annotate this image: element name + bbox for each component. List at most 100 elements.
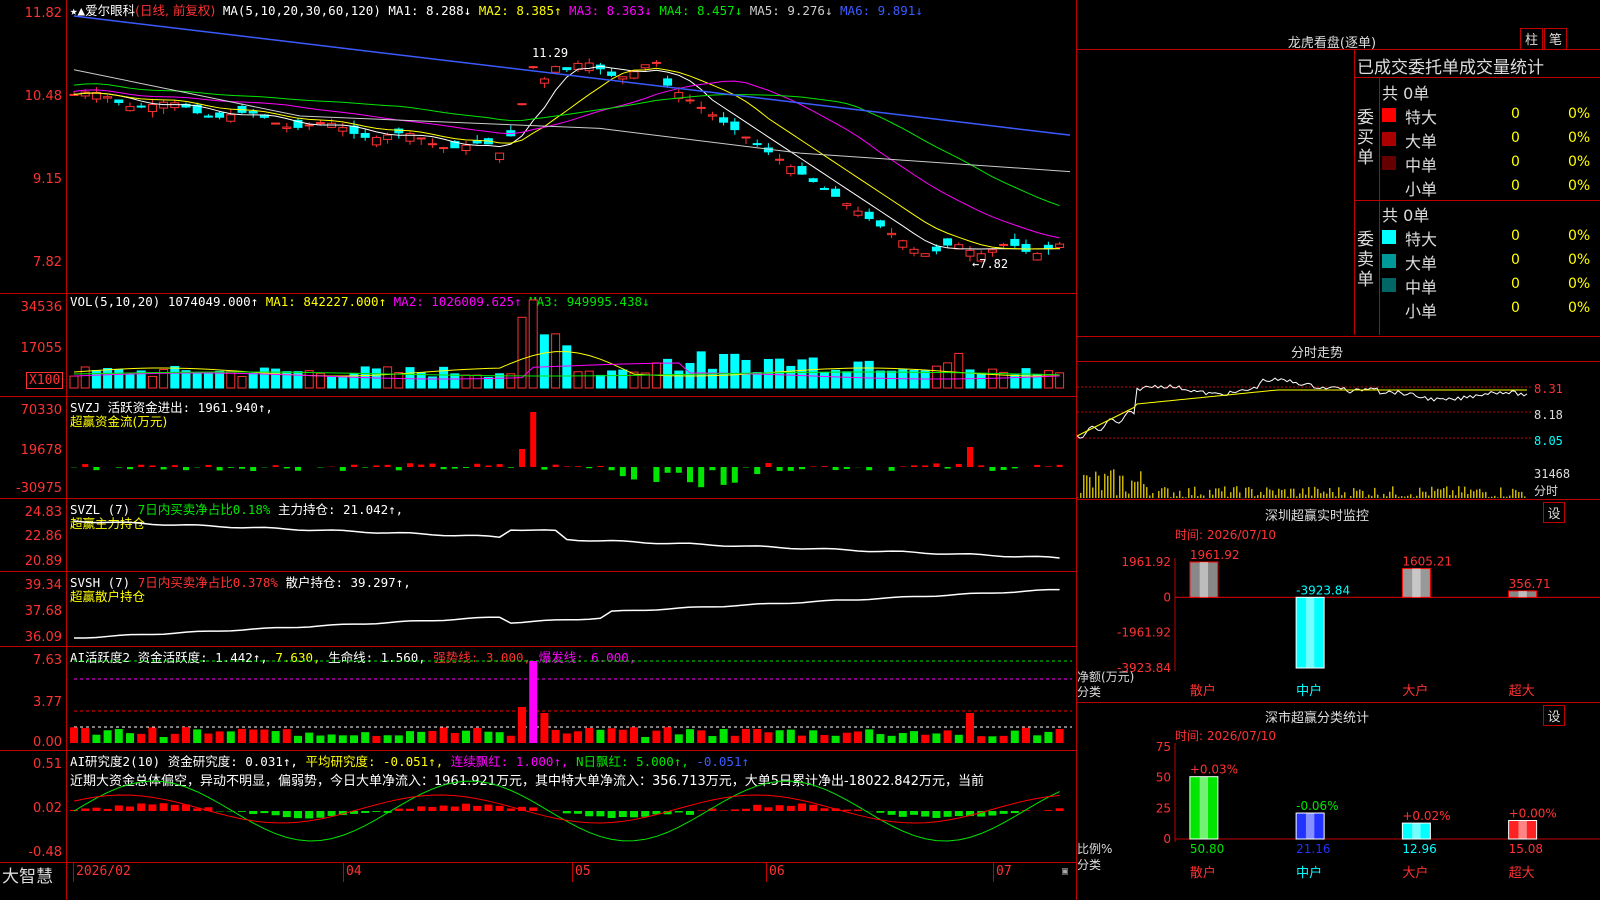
ai-activity-bar: [562, 733, 571, 743]
candle-body: [147, 104, 157, 113]
ai-activity-panel[interactable]: 7.63 3.77 0.00 AI活跃度2 资金活跃度: 1.442↑, 7.6…: [0, 647, 1076, 750]
volume-bar: [114, 369, 124, 389]
volume-bar: [1021, 368, 1031, 389]
ai-research-bar: [630, 811, 638, 818]
ai-research-bar: [529, 807, 538, 811]
ai-activity-bar: [282, 729, 291, 743]
monitor-cat-label: 分类: [1077, 685, 1102, 699]
candle-body: [416, 137, 426, 140]
sell-row-count: 0: [1511, 300, 1520, 316]
intraday-vol-bar: [1410, 494, 1412, 498]
intraday-vol-bar: [1101, 490, 1103, 498]
ai-research-bar: [406, 808, 414, 811]
ai-research-bar: [495, 805, 504, 811]
lock-icon[interactable]: ▣: [1062, 866, 1068, 877]
intraday-vol-bar: [1212, 494, 1214, 498]
candle-body: [696, 106, 706, 109]
ai-activity-bar: [137, 733, 146, 743]
ai-research-bar: [898, 811, 907, 817]
ai-activity-bar: [238, 728, 246, 743]
svzj-panel[interactable]: 70330 19678 -30975 SVZJ 活跃资金进出: 1961.940…: [0, 397, 1076, 498]
svzj-bar: [239, 467, 245, 469]
ma-line: [73, 65, 1060, 250]
intraday-vol-bar: [1161, 488, 1163, 498]
candlestick-chart: [69, 15, 1071, 263]
volume-bar: [327, 376, 337, 389]
intraday-vol-bar: [1512, 488, 1514, 498]
ai-research-panel[interactable]: 0.51 0.02 -0.48 AI研究度2(10) 资金研究度: 0.031↑…: [0, 751, 1076, 862]
intraday-vol-bar: [1326, 493, 1328, 498]
buy-row-color-swatch: [1382, 180, 1396, 194]
intraday-vol-bar: [1134, 481, 1136, 498]
svzj-bar: [597, 465, 604, 467]
ai-research-bar: [361, 811, 370, 813]
candle-body: [170, 102, 180, 109]
svzj-bar: [922, 465, 929, 467]
ai-activity-bar: [70, 727, 78, 743]
intraday-vol-bar: [1143, 484, 1145, 498]
svzj-bar: [911, 465, 917, 467]
ai-research-bar: [921, 811, 930, 817]
column-view-button[interactable]: 柱: [1520, 28, 1543, 50]
intraday-vol-bar: [1140, 471, 1142, 498]
intraday-vol-bar: [1359, 489, 1361, 498]
bar-value-label: +0.00%: [1509, 807, 1557, 821]
intraday-vol-bar: [1515, 490, 1517, 498]
candle-body: [943, 238, 953, 246]
intraday-chart[interactable]: [1076, 362, 1600, 499]
classify-settings-button[interactable]: 设: [1543, 705, 1565, 726]
svzj-bar: [720, 467, 727, 485]
fs-vol-label: 31468: [1534, 467, 1571, 481]
ai-activity-bar: [114, 729, 123, 743]
candle-body: [215, 112, 225, 118]
ai-activity-bar: [406, 731, 414, 743]
svzj-bar: [754, 467, 761, 475]
candle-body: [730, 121, 740, 131]
sell-row-name: 特大: [1405, 230, 1438, 249]
svsh-panel[interactable]: 39.34 37.68 36.09 SVSH (7) 7日内买卖净占比0.378…: [0, 572, 1076, 646]
candle-body: [461, 144, 471, 152]
ai-research-bar: [854, 809, 862, 811]
intraday-vol-bar: [1275, 495, 1277, 498]
svzj-bar: [1000, 467, 1007, 470]
intraday-vol-bar: [1383, 493, 1385, 498]
candle-body: [875, 220, 885, 227]
svzj-bar: [978, 465, 985, 467]
ai-activity-bars: [70, 660, 1072, 743]
ai-activity-bar: [820, 734, 829, 743]
volume-bar: [696, 351, 706, 389]
intraday-vol-bar: [1470, 489, 1472, 498]
volume-panel[interactable]: 34536 17055 X100 VOL(5,10,20) 1074049.00…: [0, 294, 1076, 396]
intraday-vol-bar: [1500, 487, 1502, 498]
ai-research-bar: [641, 811, 650, 817]
volume-bar: [808, 357, 818, 389]
intraday-vol-bar: [1116, 495, 1118, 498]
intraday-vol-bar: [1263, 494, 1265, 498]
bar-value-label: 15.08: [1509, 842, 1543, 856]
svzj-bar: [93, 467, 100, 471]
ai-research-bar: [910, 811, 918, 815]
candle-body: [125, 106, 135, 112]
ai-activity-bar: [316, 735, 325, 743]
buy-row-name: 特大: [1405, 108, 1438, 127]
price-panel[interactable]: 11.82 10.48 9.15 7.82 ★▲爱尔眼科(日线, 前复权) MA…: [0, 0, 1076, 293]
volume-bar: [853, 361, 863, 389]
ai-activity-bar: [887, 735, 896, 743]
divider: [1355, 77, 1600, 78]
svzj-bar: [944, 467, 951, 469]
tick-view-button[interactable]: 笔: [1544, 28, 1567, 50]
ai-research-line: [73, 780, 1060, 842]
ai-research-bar: [932, 811, 941, 818]
category-label: 中户: [1296, 683, 1322, 699]
intraday-vol-bar: [1158, 491, 1160, 498]
bar-highlight: [1412, 568, 1421, 598]
intraday-vol-bar: [1299, 493, 1301, 498]
candle-body: [775, 158, 785, 161]
svzl-panel[interactable]: 24.83 22.86 20.89 SVZL (7) 7日内买卖净占比0.18%…: [0, 499, 1076, 571]
buy-row-color-swatch: [1382, 108, 1396, 122]
svzj-bar: [967, 447, 973, 467]
svzj-bar: [519, 449, 525, 467]
intraday-vol-bar: [1449, 495, 1451, 498]
x-axis: 大智慧 2026/02 04 05 06 07 ▣: [0, 862, 1076, 900]
ai-activity-bar: [585, 727, 594, 743]
